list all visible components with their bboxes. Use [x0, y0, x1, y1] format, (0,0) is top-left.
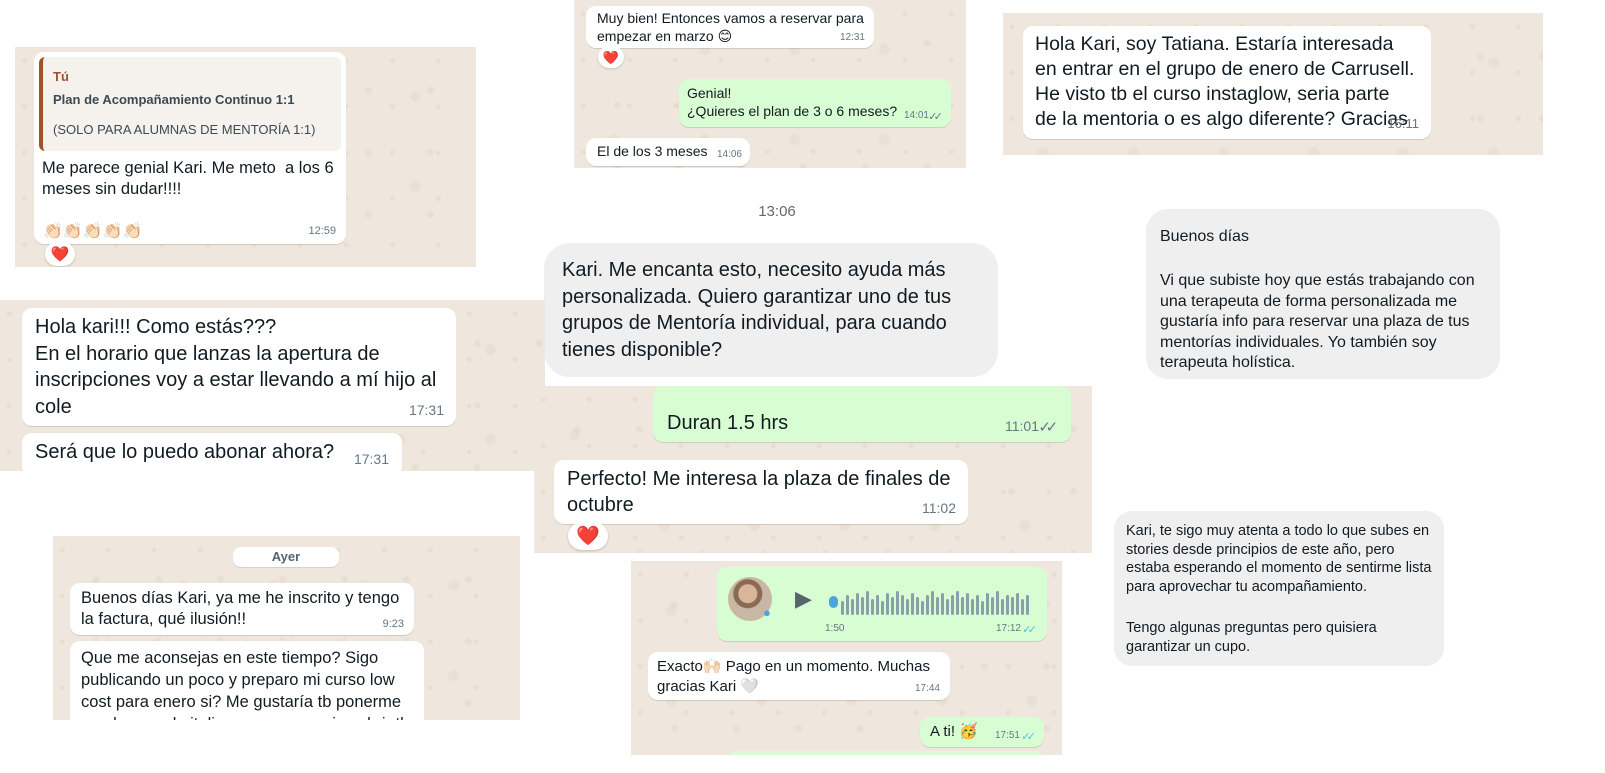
message-text: Kari. Me encanta esto, necesito ayuda má… — [562, 259, 957, 361]
message-time: 14:01 — [903, 110, 929, 122]
message-text: Que me aconsejas en este tiempo? Sigo pu… — [81, 649, 409, 720]
incoming-message[interactable]: Tú Plan de Acompañamiento Continuo 1:1 (… — [34, 52, 346, 244]
heart-reaction-icon[interactable]: ❤️ — [45, 242, 75, 266]
message-text: A ti! 🥳 — [930, 723, 978, 740]
chat-screenshot-6: Hola kari!!! Como estás??? En el horario… — [0, 300, 545, 471]
double-check-icon: ✓✓ — [1022, 623, 1036, 636]
chat-screenshot-2: Muy bien! Entonces vamos a reservar para… — [574, 0, 966, 168]
message-text: Exacto🙌🏻 Pago en un momento. Muchas grac… — [657, 658, 935, 695]
date-separator: Ayer — [233, 547, 339, 567]
microphone-icon: ● — [763, 605, 771, 620]
message-time: 12:31 — [839, 32, 865, 44]
message-text: Kari, te sigo muy atenta a todo lo que s… — [1126, 523, 1436, 595]
outgoing-message — [727, 751, 1045, 755]
play-icon[interactable]: ▶ — [795, 585, 812, 613]
message-text: Hola Kari, soy Tatiana. Estaría interesa… — [1035, 33, 1420, 130]
message-text: El de los 3 meses — [597, 143, 708, 159]
quoted-message[interactable]: Tú Plan de Acompañamiento Continuo 1:1 (… — [39, 57, 341, 151]
message-text: Hola kari!!! Como estás??? En el horario… — [35, 316, 437, 418]
chat-screenshot-3: Hola Kari, soy Tatiana. Estaría interesa… — [1003, 13, 1543, 155]
double-check-icon: ✓✓ — [1038, 418, 1058, 436]
clap-emojis: 👏🏻👏🏻👏🏻👏🏻👏🏻 — [43, 223, 143, 240]
message-time: 17:31 — [353, 451, 389, 468]
incoming-message[interactable]: Muy bien! Entonces vamos a reservar para… — [586, 6, 874, 48]
quote-title: Plan de Acompañamiento Continuo 1:1 — [53, 91, 295, 107]
voice-message[interactable]: ● ▶ 1:50 17:12 ✓✓ — [717, 567, 1047, 641]
message-time: 17:44 — [914, 683, 940, 695]
double-check-icon: ✓✓ — [928, 110, 942, 123]
chat-screenshot-7: Duran 1.5 hrs 11:01 ✓✓ Perfecto! Me inte… — [534, 386, 1092, 553]
message-text: Buenos días Kari, ya me he inscrito y te… — [81, 589, 404, 628]
message-text: Vi que subiste hoy que estás trabajando … — [1160, 272, 1480, 371]
outgoing-message[interactable]: A ti! 🥳 17:51 ✓✓ — [920, 717, 1044, 747]
quote-author: Tú — [53, 69, 69, 84]
voice-duration: 1:50 — [825, 623, 845, 635]
message-time: 12:59 — [308, 224, 336, 237]
conversation-timestamp: 13:06 — [758, 203, 796, 220]
message-time: 17:31 — [408, 402, 444, 419]
message-text: Perfecto! Me interesa la plaza de finale… — [567, 468, 957, 516]
incoming-message[interactable]: Hola kari!!! Como estás??? En el horario… — [22, 308, 456, 426]
message-time: 17:51 — [994, 730, 1020, 742]
message-text: Muy bien! Entonces vamos a reservar para… — [597, 10, 868, 44]
chat-screenshot-4: Kari. Me encanta esto, necesito ayuda má… — [540, 240, 1010, 385]
heart-reaction-icon[interactable]: ❤️ — [568, 522, 608, 550]
message-time: 16:11 — [1387, 116, 1419, 132]
message-text: Será que lo puedo abonar ahora? — [35, 441, 335, 463]
incoming-message[interactable]: Kari. Me encanta esto, necesito ayuda má… — [544, 243, 998, 377]
incoming-message[interactable]: El de los 3 meses 14:06 — [586, 138, 750, 166]
incoming-message[interactable]: Kari, te sigo muy atenta a todo lo que s… — [1114, 511, 1444, 666]
heart-reaction-icon[interactable]: ❤️ — [598, 46, 624, 68]
message-time: 9:23 — [382, 617, 404, 630]
incoming-message[interactable]: Hola Kari, soy Tatiana. Estaría interesa… — [1023, 26, 1431, 139]
incoming-message[interactable]: Será que lo puedo abonar ahora? 17:31 — [22, 433, 402, 471]
message-time: 11:02 — [922, 500, 956, 517]
chat-screenshot-9: Ayer Buenos días Kari, ya me he inscrito… — [53, 536, 520, 720]
message-time: 14:06 — [716, 149, 742, 161]
message-greeting: Buenos días — [1160, 228, 1249, 245]
chat-screenshot-8: Kari, te sigo muy atenta a todo lo que s… — [1110, 508, 1450, 670]
incoming-message[interactable]: Buenos días Kari, ya me he inscrito y te… — [70, 583, 414, 635]
incoming-message[interactable]: Exacto🙌🏻 Pago en un momento. Muchas grac… — [648, 652, 950, 700]
quote-note: (SOLO PARA ALUMNAS DE MENTORÍA 1:1) — [53, 122, 316, 138]
incoming-message[interactable]: Que me aconsejas en este tiempo? Sigo pu… — [70, 641, 424, 720]
outgoing-message[interactable]: Duran 1.5 hrs 11:01 ✓✓ — [653, 386, 1071, 442]
chat-screenshot-1: Tú Plan de Acompañamiento Continuo 1:1 (… — [15, 47, 476, 267]
message-time: 11:01 — [1005, 418, 1039, 435]
voice-waveform[interactable] — [829, 589, 1034, 615]
chat-screenshot-5: Buenos días Vi que subiste hoy que estás… — [1140, 205, 1510, 385]
double-check-icon: ✓✓ — [1021, 730, 1035, 743]
message-text: Duran 1.5 hrs — [667, 412, 789, 434]
message-text: Tengo algunas preguntas pero quisiera ga… — [1126, 620, 1381, 655]
message-text: Genial! ¿Quieres el plan de 3 o 6 meses? — [687, 85, 898, 119]
outgoing-message[interactable]: Genial! ¿Quieres el plan de 3 o 6 meses?… — [679, 79, 951, 127]
chat-screenshot-10: ● ▶ 1:50 17:12 ✓✓ Exacto🙌🏻 Pago en un mo… — [631, 561, 1062, 755]
incoming-message[interactable]: Buenos días Vi que subiste hoy que estás… — [1146, 209, 1500, 379]
message-time: 17:12 — [995, 623, 1021, 635]
incoming-message[interactable]: Perfecto! Me interesa la plaza de finale… — [554, 460, 968, 524]
message-text: Me parece genial Kari. Me meto a los 6 m… — [42, 159, 339, 199]
